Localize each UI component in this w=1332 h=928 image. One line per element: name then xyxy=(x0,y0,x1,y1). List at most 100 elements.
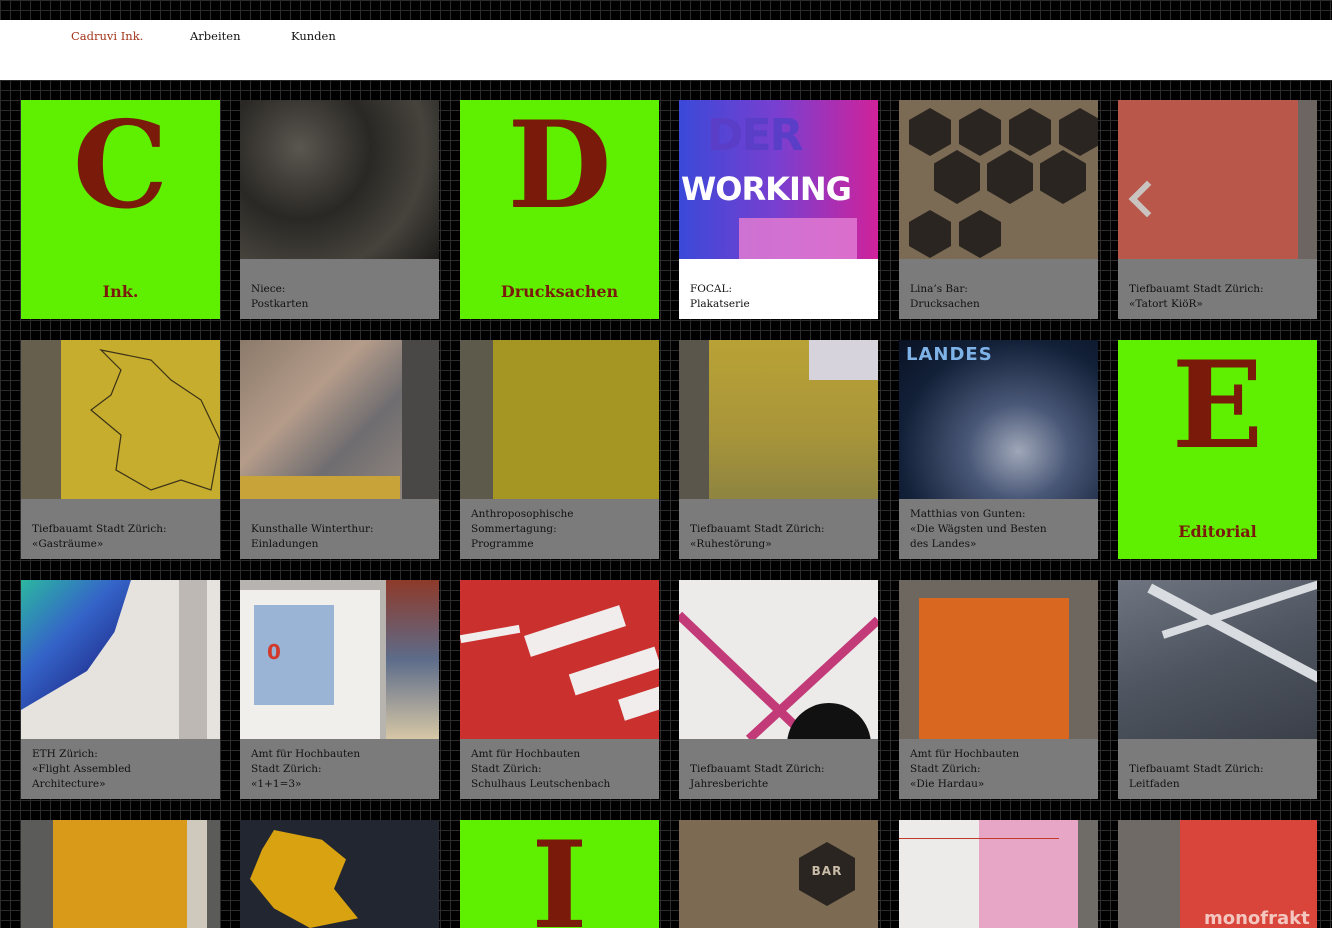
tile-letter: C xyxy=(72,100,169,236)
tile-image-edge xyxy=(1298,100,1317,259)
tile-caption: Tiefbauamt Stadt Zürich: Jahresberichte xyxy=(679,739,878,799)
hex-shape xyxy=(1009,108,1051,156)
caption-line: Tiefbauamt Stadt Zürich: xyxy=(690,763,825,775)
tile-ruhe[interactable]: Tiefbauamt Stadt Zürich: «Ruhestörung» xyxy=(679,340,878,559)
tile-leitfaden[interactable]: Tiefbauamt Stadt Zürich: Leitfaden xyxy=(1118,580,1317,799)
image-splash xyxy=(250,830,358,928)
tile-ink[interactable]: C Ink. xyxy=(21,100,220,319)
tile-caption: Matthias von Gunten: «Die Wägsten und Be… xyxy=(899,499,1098,559)
hex-shape xyxy=(909,108,951,156)
book-cover xyxy=(53,820,187,928)
image-accent xyxy=(240,476,400,499)
caption-line: «1+1=3» xyxy=(251,778,302,790)
caption-line: Anthroposophische xyxy=(471,508,574,520)
hex-shape xyxy=(959,210,1001,258)
tile-jahresberichte[interactable]: Tiefbauamt Stadt Zürich: Jahresberichte xyxy=(679,580,878,799)
tile-landes[interactable]: LANDES Matthias von Gunten: «Die Wägsten… xyxy=(899,340,1098,559)
tile-caption: Lina’s Bar: Drucksachen xyxy=(899,259,1098,319)
focal-art-top: DER xyxy=(707,110,803,161)
image-pink-shape xyxy=(979,820,1078,928)
nav-item-cadruvi-ink[interactable]: Cadruvi Ink. xyxy=(71,29,143,43)
image-label xyxy=(618,681,659,721)
top-navigation: Cadruvi Ink. Arbeiten Kunden xyxy=(0,20,1332,80)
tile-drucksachen[interactable]: D Drucksachen xyxy=(460,100,659,319)
tile-row4-pink[interactable] xyxy=(899,820,1098,928)
tile-niece[interactable]: Niece: Postkarten xyxy=(240,100,439,319)
caption-line: Tiefbauamt Stadt Zürich: xyxy=(690,523,825,535)
caption-line: Tiefbauamt Stadt Zürich: xyxy=(1129,283,1264,295)
caption-line: «Flight Assembled xyxy=(32,763,132,775)
caption-line: Stadt Zürich: xyxy=(251,763,322,775)
tile-caption: Amt für Hochbauten Stadt Zürich: Schulha… xyxy=(460,739,659,799)
tile-row4-bar[interactable]: BAR xyxy=(679,820,878,928)
tile-row4-red[interactable]: monofrakt xyxy=(1118,820,1317,928)
tile-image xyxy=(679,580,878,739)
tile-image xyxy=(21,820,220,928)
tile-tatort[interactable]: Tiefbauamt Stadt Zürich: «Tatort KiöR» xyxy=(1118,100,1317,319)
hex-shape xyxy=(934,150,980,204)
bar-logo-text: BAR xyxy=(811,864,843,878)
image-page-edge xyxy=(1078,820,1098,928)
caption-line: FOCAL: xyxy=(690,283,733,295)
tile-gastraeume[interactable]: Tiefbauamt Stadt Zürich: «Gasträume» xyxy=(21,340,220,559)
x-mark-icon xyxy=(679,611,878,739)
focal-art-main: WORKING xyxy=(681,170,852,208)
tile-row4-yellow-splash[interactable] xyxy=(240,820,439,928)
tile-caption: Amt für Hochbauten Stadt Zürich: «1+1=3» xyxy=(240,739,439,799)
tile-caption: Tiefbauamt Stadt Zürich: Leitfaden xyxy=(1118,739,1317,799)
caption-line: Amt für Hochbauten xyxy=(251,748,361,760)
hex-shape xyxy=(909,210,951,258)
tile-image xyxy=(240,100,439,259)
caption-line: «Ruhestörung» xyxy=(690,538,772,550)
monofrakt-art-text: monofrakt xyxy=(1204,908,1310,928)
map-outline-icon xyxy=(90,349,220,491)
image-page-edge xyxy=(187,820,207,928)
tile-image xyxy=(899,820,1098,928)
image-line xyxy=(899,838,1059,839)
tile-image xyxy=(460,580,659,739)
caption-line: Kunsthalle Winterthur: xyxy=(251,523,374,535)
tile-image: monofrakt xyxy=(1118,820,1317,928)
image-blue-square xyxy=(254,605,334,705)
caption-line: «Gasträume» xyxy=(32,538,104,550)
tile-amt-leutschenbach[interactable]: Amt für Hochbauten Stadt Zürich: Schulha… xyxy=(460,580,659,799)
tile-caption: Niece: Postkarten xyxy=(240,259,439,319)
tile-caption: FOCAL: Plakatserie xyxy=(679,259,878,319)
caption-line: Schulhaus Leutschenbach xyxy=(471,778,611,790)
tile-caption: ETH Zürich: «Flight Assembled Architectu… xyxy=(21,739,220,799)
tile-linas-bar[interactable]: Lina’s Bar: Drucksachen xyxy=(899,100,1098,319)
tile-row4-i[interactable]: I xyxy=(460,820,659,928)
tile-amt-123[interactable]: 0 Amt für Hochbauten Stadt Zürich: «1+1=… xyxy=(240,580,439,799)
caption-line: Architecture» xyxy=(32,778,106,790)
hex-shape xyxy=(1040,150,1086,204)
image-blue-shape xyxy=(21,580,131,710)
caption-line: des Landes» xyxy=(910,538,977,550)
tile-image xyxy=(21,340,220,499)
caption-line: Tiefbauamt Stadt Zürich: xyxy=(32,523,167,535)
tile-caption: Kunsthalle Winterthur: Einladungen xyxy=(240,499,439,559)
tile-anthro[interactable]: Anthroposophische Sommertagung: Programm… xyxy=(460,340,659,559)
caption-line: «Die Hardau» xyxy=(910,778,985,790)
book-cover xyxy=(919,598,1069,739)
tile-hardau[interactable]: Amt für Hochbauten Stadt Zürich: «Die Ha… xyxy=(899,580,1098,799)
caption-line: Plakatserie xyxy=(690,298,750,310)
nav-item-arbeiten[interactable]: Arbeiten xyxy=(190,29,240,43)
tile-row4-yellow-book[interactable] xyxy=(21,820,220,928)
image-label xyxy=(568,646,659,696)
tile-editorial[interactable]: E Editorial xyxy=(1118,340,1317,559)
chevron-left-icon xyxy=(1128,180,1166,218)
tile-letter: E xyxy=(1171,340,1264,476)
tile-kunsthalle[interactable]: Kunsthalle Winterthur: Einladungen xyxy=(240,340,439,559)
tile-letter: I xyxy=(531,820,588,928)
tile-caption: Tiefbauamt Stadt Zürich: «Gasträume» xyxy=(21,499,220,559)
amt-art-number: 0 xyxy=(267,640,281,664)
tile-focal[interactable]: DER WORKING FOCAL: Plakatserie xyxy=(679,100,878,319)
tile-eth[interactable]: ETH Zürich: «Flight Assembled Architectu… xyxy=(21,580,220,799)
caption-line: Leitfaden xyxy=(1129,778,1180,790)
image-label xyxy=(524,605,626,657)
tile-image xyxy=(679,340,878,499)
tile-image xyxy=(1118,580,1317,739)
nav-item-kunden[interactable]: Kunden xyxy=(291,29,336,43)
caption-line: Sommertagung: xyxy=(471,523,557,535)
tile-image xyxy=(1118,100,1317,259)
